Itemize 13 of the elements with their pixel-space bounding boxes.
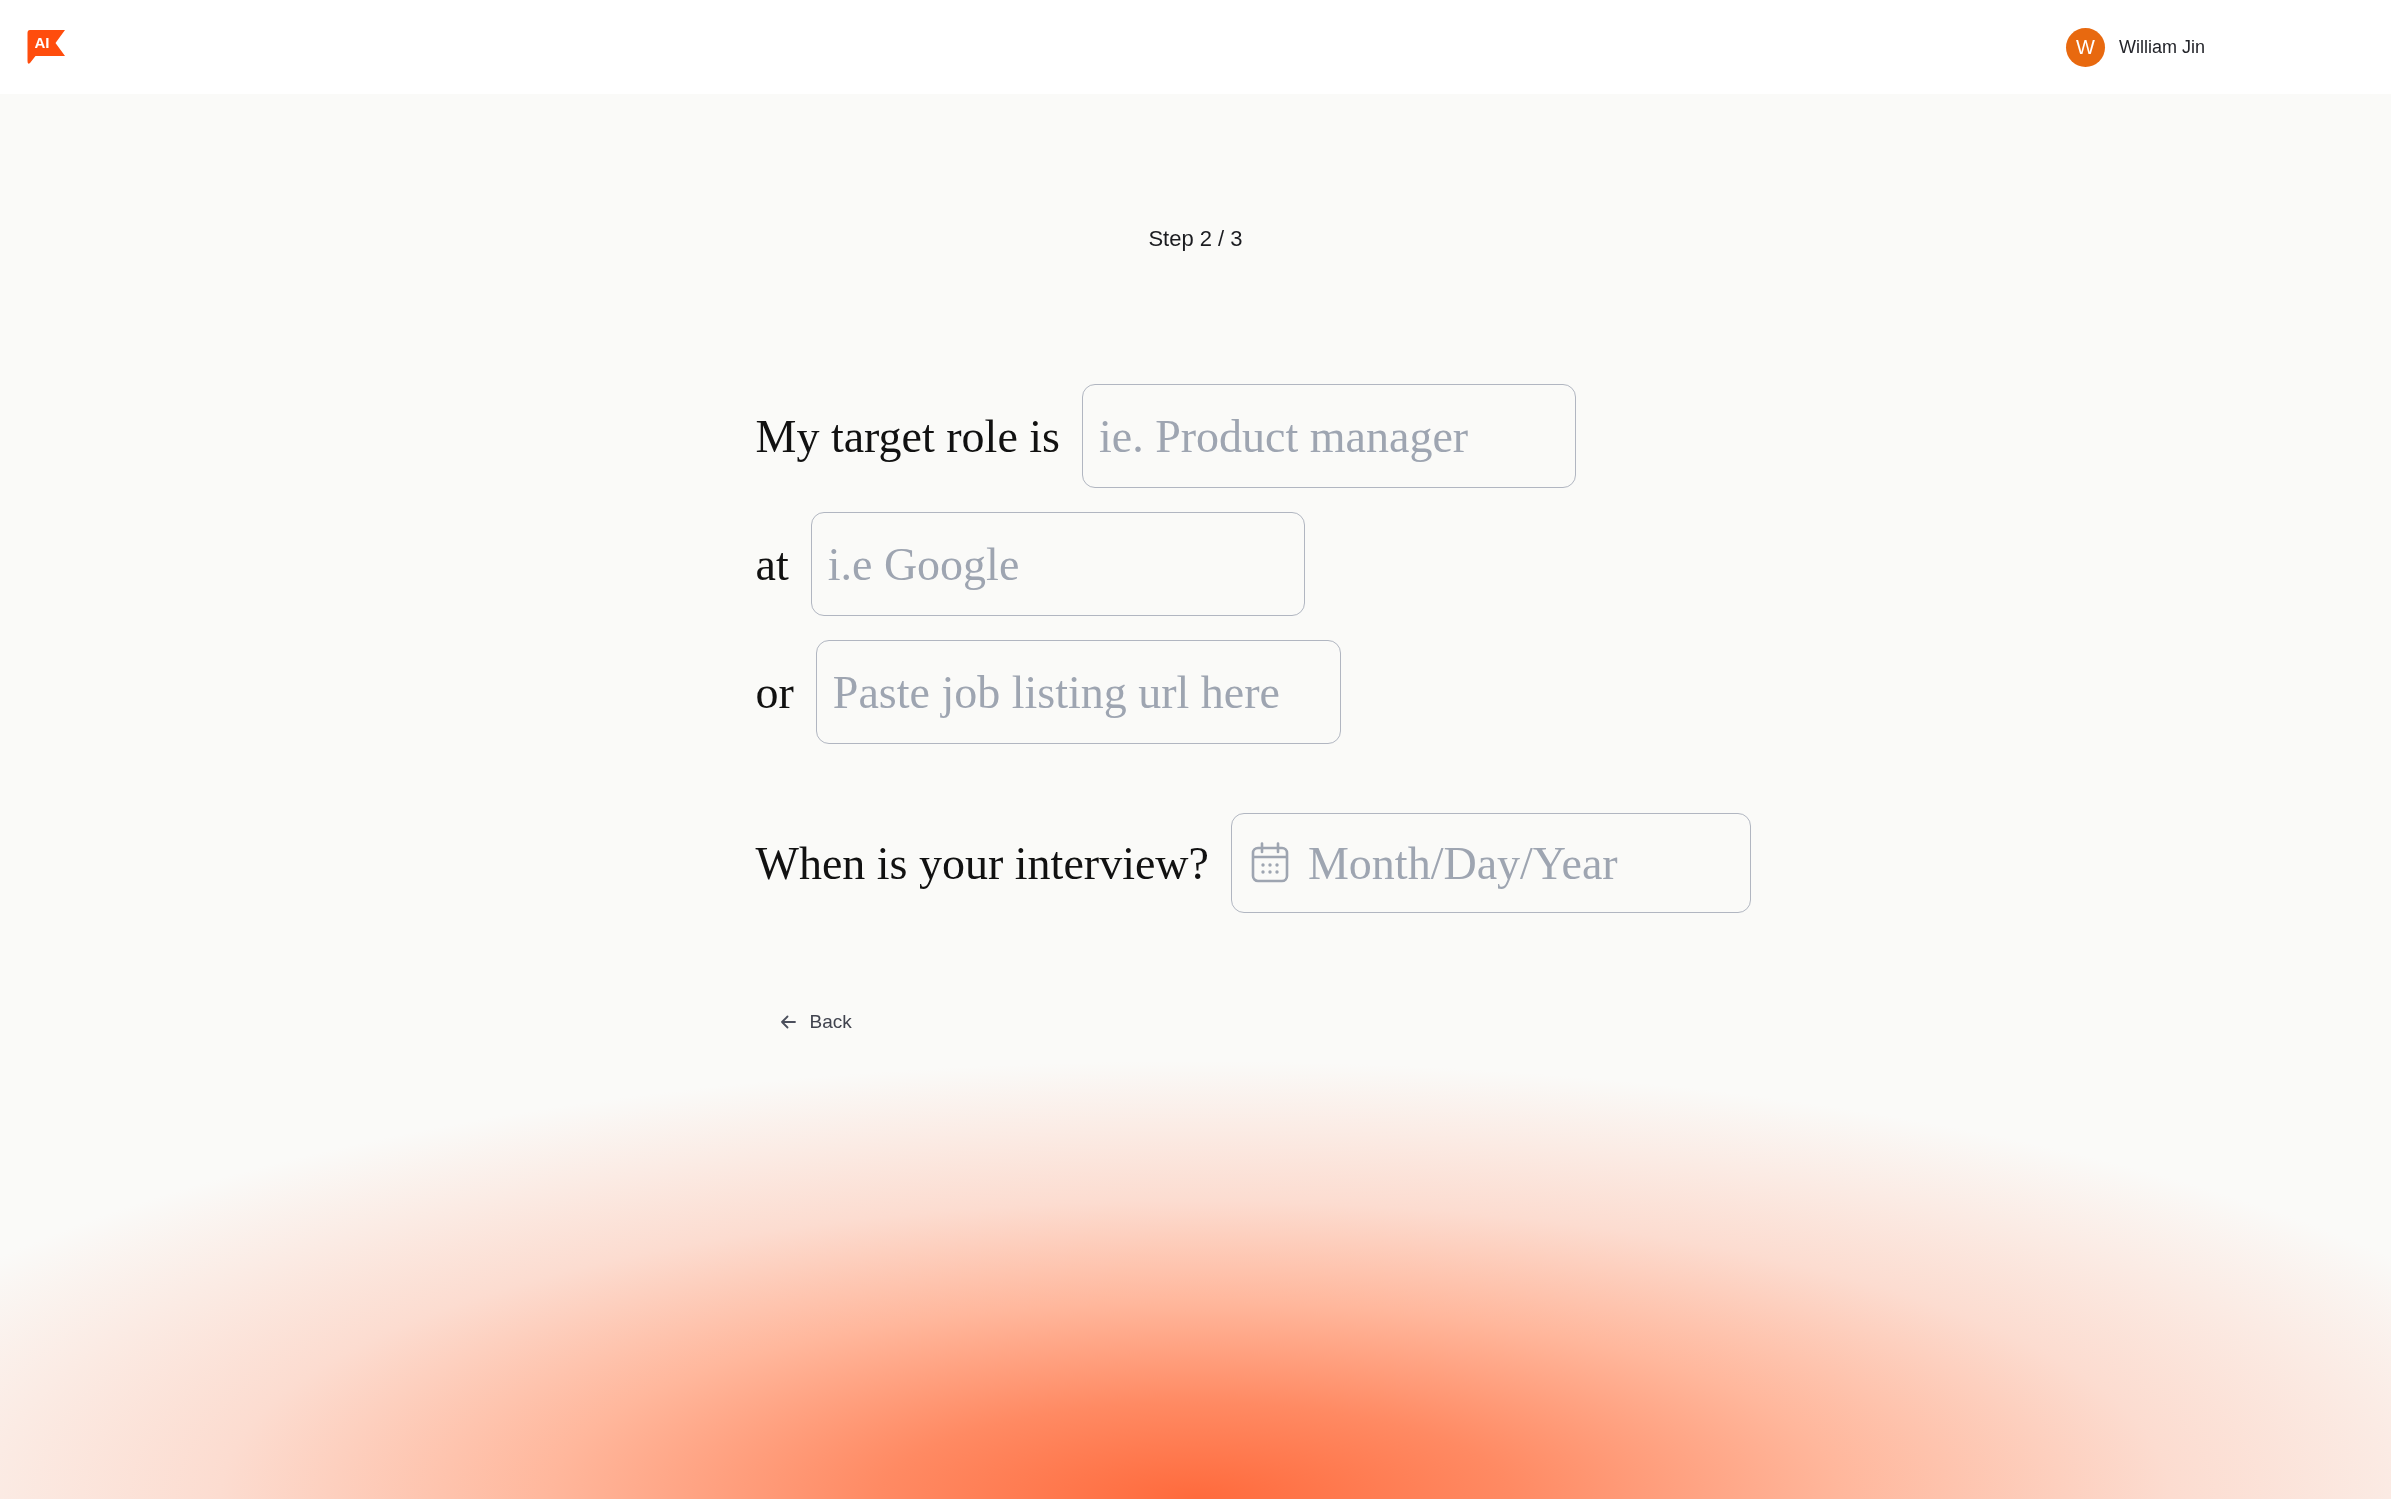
text-field[interactable]: ie. Product manager — [1082, 384, 1576, 488]
user-name[interactable]: William Jin — [2119, 36, 2205, 58]
field-label: or — [755, 665, 794, 719]
field-label: at — [755, 537, 789, 591]
date-field[interactable]: Month/Day/Year — [1230, 813, 1751, 913]
step-indicator: Step 2 / 3 — [1148, 225, 1243, 253]
back-button[interactable]: Back — [769, 1003, 862, 1041]
text-field[interactable]: i.e Google — [810, 512, 1305, 616]
calendar-icon — [1250, 842, 1289, 883]
arrow-left-icon — [779, 1015, 796, 1029]
field-label: When is your interview? — [755, 836, 1209, 890]
field-label: My target role is — [755, 409, 1060, 463]
text-field[interactable]: Paste job listing url here — [815, 640, 1341, 744]
